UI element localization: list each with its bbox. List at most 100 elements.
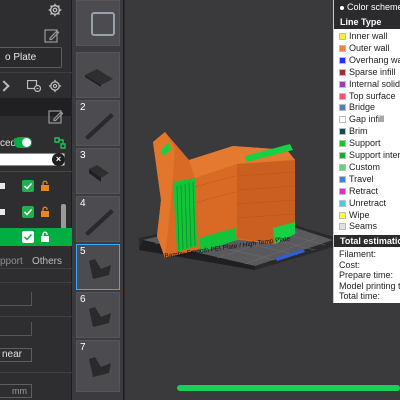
legend-item[interactable]: Support xyxy=(334,138,400,150)
compare-icon[interactable] xyxy=(53,136,67,150)
legend-swatch xyxy=(339,163,346,171)
legend-label: Retract xyxy=(349,185,379,196)
legend-label: Gap infill xyxy=(349,114,385,125)
plate-thumbnail-strip: 2 3 4 5 6 7 xyxy=(72,0,124,400)
filament-row[interactable] xyxy=(0,177,72,195)
legend-label: Travel xyxy=(349,173,374,184)
edit-icon[interactable] xyxy=(48,110,64,124)
legend-label: Overhang wall xyxy=(349,54,400,65)
value-field[interactable] xyxy=(0,292,32,306)
estimation-row: Filament: xyxy=(339,249,377,259)
divider xyxy=(0,372,72,373)
legend-label: Brim xyxy=(349,126,368,137)
legend-header[interactable]: Color scheme xyxy=(334,0,400,15)
legend-label: Inner wall xyxy=(349,31,388,41)
advanced-toggle[interactable] xyxy=(14,137,32,148)
legend-swatch xyxy=(339,68,346,76)
legend-label: Unretract xyxy=(349,197,387,208)
lock-icon[interactable] xyxy=(40,206,50,218)
estimation-row: Model printing time: xyxy=(339,280,400,291)
color-scheme-legend: Color scheme Line Type Inner wall Outer w… xyxy=(333,0,400,303)
lock-icon[interactable] xyxy=(40,180,50,192)
scrollbar[interactable] xyxy=(61,204,66,230)
legend-item[interactable]: Unretract xyxy=(334,198,400,210)
legend-item[interactable]: Custom xyxy=(334,162,400,174)
legend-swatch xyxy=(339,80,346,88)
plate-thumbnail[interactable]: 7 xyxy=(76,340,120,392)
plate-thumbnail[interactable] xyxy=(76,52,120,98)
checkbox-icon[interactable] xyxy=(22,180,34,192)
legend-item[interactable]: Travel xyxy=(334,174,400,186)
filament-toolbar xyxy=(0,78,72,94)
plate-type-field[interactable]: o Plate xyxy=(0,47,62,68)
plate-thumbnail[interactable]: 2 xyxy=(76,100,120,146)
settings-tabs: pport Others xyxy=(0,255,72,269)
checkbox-icon[interactable] xyxy=(22,206,34,218)
plate-thumbnail[interactable]: 4 xyxy=(76,196,120,242)
layer-slider-fill xyxy=(177,385,400,391)
plate-rod-icon xyxy=(85,209,114,236)
legend-item[interactable]: Internal solid infill xyxy=(334,79,400,91)
legend-item[interactable]: Outer wall xyxy=(334,43,400,55)
legend-subtitle[interactable]: Line Type xyxy=(334,15,400,29)
legend-swatch xyxy=(339,175,346,183)
legend-swatch xyxy=(339,187,346,195)
checkbox-icon[interactable] xyxy=(22,231,34,243)
legend-swatch xyxy=(339,92,346,100)
advanced-toggle-row: ced xyxy=(0,136,72,152)
legend-swatch xyxy=(339,140,346,148)
print-settings-panel: o Plate ced × pport Others near mm xyxy=(0,0,72,400)
gear-icon[interactable] xyxy=(48,79,62,93)
unit-label: mm xyxy=(12,386,27,396)
plate-bracket-icon xyxy=(89,307,111,327)
plate-thumbnail-selected[interactable]: 5 xyxy=(76,244,120,290)
divider xyxy=(0,282,72,283)
divider xyxy=(0,72,72,73)
estimation-row: Cost: xyxy=(339,259,361,270)
divider xyxy=(0,171,72,172)
gear-icon[interactable] xyxy=(48,3,62,17)
sync-ams-icon[interactable] xyxy=(27,80,41,92)
tab-others[interactable]: Others xyxy=(32,256,62,267)
plate-thumbnail[interactable] xyxy=(76,0,120,46)
legend-swatch xyxy=(339,116,346,124)
legend-item[interactable]: Inner wall xyxy=(334,31,400,43)
value-field[interactable] xyxy=(0,322,32,336)
legend-swatch xyxy=(339,33,346,40)
legend-label: Bridge xyxy=(349,102,376,113)
legend-swatch xyxy=(339,104,346,112)
legend-item[interactable]: Sparse infill xyxy=(334,67,400,79)
plate-thumbnail[interactable]: 6 xyxy=(76,292,120,338)
legend-label: Support interface xyxy=(349,150,400,160)
plate-overview-icon xyxy=(91,12,115,36)
lock-icon[interactable] xyxy=(40,231,50,243)
pattern-select[interactable]: near xyxy=(0,348,32,362)
legend-item[interactable]: Top surface xyxy=(334,91,400,103)
legend-item[interactable]: Overhang wall xyxy=(334,55,400,67)
chevron-icon[interactable] xyxy=(0,80,10,92)
legend-swatch xyxy=(339,199,346,207)
legend-label: Sparse infill xyxy=(349,66,396,77)
edit-icon[interactable] xyxy=(44,29,60,43)
filament-color-swatch xyxy=(0,209,5,215)
layer-slider-track[interactable] xyxy=(177,385,400,391)
plate-thumbnail[interactable]: 3 xyxy=(76,148,120,194)
legend-label: Support xyxy=(349,138,381,149)
legend-swatch xyxy=(339,56,346,64)
filament-row-selected[interactable] xyxy=(0,228,72,246)
legend-item[interactable]: Wipe xyxy=(334,210,400,222)
legend-swatch xyxy=(339,152,346,159)
legend-item[interactable]: Gap infill xyxy=(334,114,400,126)
legend-item[interactable]: Support interface xyxy=(334,150,400,162)
legend-label: Wipe xyxy=(349,209,370,220)
legend-item[interactable]: Brim xyxy=(334,126,400,138)
legend-label: Internal solid infill xyxy=(349,78,400,89)
legend-item[interactable]: Bridge xyxy=(334,102,400,114)
legend-item[interactable]: Retract xyxy=(334,186,400,198)
clear-search-icon[interactable]: × xyxy=(52,153,65,166)
legend-swatch xyxy=(339,128,346,136)
plate-slab-icon xyxy=(85,69,113,87)
legend-item[interactable]: Seams xyxy=(334,221,400,233)
plate-bracket-icon xyxy=(89,259,111,279)
tab-support[interactable]: pport xyxy=(0,256,23,267)
